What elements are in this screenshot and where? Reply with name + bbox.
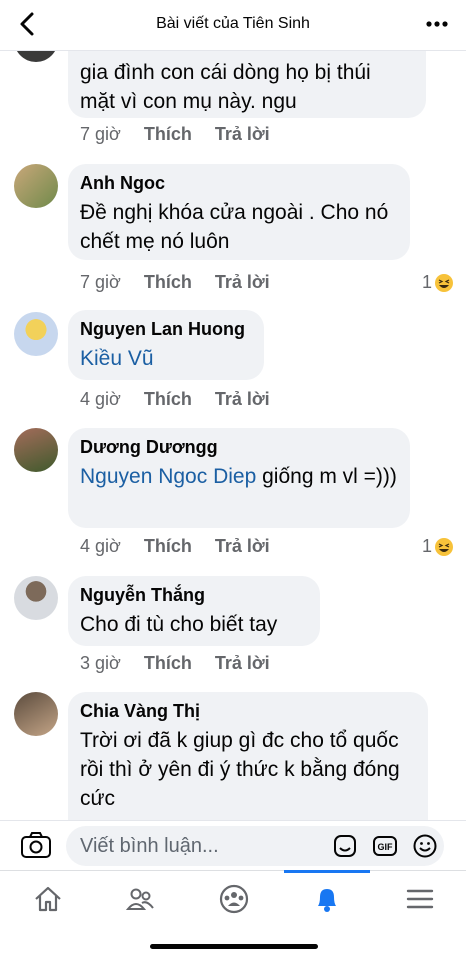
comment-author[interactable]: Chia Vàng Thị [80,700,414,722]
comment-actions: 4 giờ Thích Trả lời [80,389,288,413]
like-button[interactable]: Thích [144,124,192,144]
comment-text: Đề nghị khóa cửa ngoài . Cho nó chết mẹ … [80,201,389,253]
like-button[interactable]: Thích [144,653,192,673]
gif-icon[interactable]: GIF [372,833,398,859]
reaction-count-value: 1 [421,536,432,556]
avatar[interactable] [14,164,58,208]
camera-icon[interactable] [20,831,52,859]
reply-button[interactable]: Trả lời [215,124,270,144]
comment-text: gia đình con cái dòng họ bị thúi mặt vì … [80,61,371,113]
comment-bubble: Nguyễn Thắng Cho đi tù cho biết tay [68,576,320,646]
svg-text:GIF: GIF [378,842,394,852]
comment-time: 4 giờ [80,536,121,556]
comment-time: 3 giờ [80,653,121,673]
avatar[interactable] [14,312,58,356]
like-button[interactable]: Thích [144,536,192,556]
reply-button[interactable]: Trả lời [215,653,270,673]
active-tab-indicator [284,870,370,873]
comment-composer: Viết bình luận... GIF [0,820,466,871]
friends-icon[interactable] [120,879,160,919]
page-title: Bài viết của Tiên Sinh [156,15,310,32]
notifications-icon[interactable] [307,879,347,919]
comment-author[interactable]: Anh Ngoc [80,172,396,194]
avatar[interactable] [14,428,58,472]
reply-button[interactable]: Trả lời [215,536,270,556]
haha-reaction-icon [435,537,453,556]
reply-button[interactable]: Trả lời [215,389,270,409]
comment-time: 7 giờ [80,124,121,144]
comment-author[interactable]: Dương Dươngg [80,436,396,458]
comment-bubble: Dương Dươngg Nguyen Ngoc Diep giống m vl… [68,428,410,528]
comment-feed[interactable]: gia đình con cái dòng họ bị thúi mặt vì … [0,0,466,828]
like-button[interactable]: Thích [144,272,192,292]
bottom-tab-bar [0,870,466,929]
comment-actions: 4 giờ Thích Trả lời [80,536,288,560]
comment-text-body: giống m vl =))) [262,465,397,488]
more-icon[interactable] [424,12,450,36]
mention-link[interactable]: Nguyen Ngoc Diep [80,465,256,488]
comment-bubble: Chia Vàng Thị Trời ơi đã k giup gì đc ch… [68,692,428,828]
home-indicator [150,944,318,949]
haha-reaction-icon [435,273,453,292]
comment-input[interactable]: Viết bình luận... GIF [66,826,444,866]
comment-actions: 3 giờ Thích Trả lời [80,653,288,677]
comment-author[interactable]: Nguyen Lan Huong [80,318,250,340]
comment-input-placeholder: Viết bình luận... [80,835,219,857]
mention-link[interactable]: Kiều Vũ [80,347,154,370]
comment-text: Cho đi tù cho biết tay [80,613,278,636]
comment-time: 7 giờ [80,272,121,292]
home-icon[interactable] [28,879,68,919]
comment-time: 4 giờ [80,389,121,409]
reaction-count[interactable]: 1 [422,536,454,557]
avatar[interactable] [14,576,58,620]
comment-text: Nguyen Ngoc Diep giống m vl =))) [80,462,400,491]
top-bar: Bài viết của Tiên Sinh [0,0,466,51]
comment-author[interactable]: Nguyễn Thắng [80,584,306,606]
comment-actions: 7 giờ Thích Trả lời [80,272,288,296]
comment-actions: 7 giờ Thích Trả lời [80,124,288,148]
avatar[interactable] [14,692,58,736]
menu-icon[interactable] [400,879,440,919]
reaction-count-value: 1 [421,272,432,292]
comment-text: Kiều Vũ [80,344,250,373]
comment-text: Trời ơi đã k giup gì đc cho tổ quốc rồi … [80,729,400,810]
reply-button[interactable]: Trả lời [215,272,270,292]
like-button[interactable]: Thích [144,389,192,409]
reaction-count[interactable]: 1 [422,272,454,293]
comment-bubble: Nguyen Lan Huong Kiều Vũ [68,310,264,380]
comment-bubble: Anh Ngoc Đề nghị khóa cửa ngoài . Cho nó… [68,164,410,260]
emoji-icon[interactable] [412,833,438,859]
groups-icon[interactable] [214,879,254,919]
sticker-icon[interactable] [332,833,358,859]
